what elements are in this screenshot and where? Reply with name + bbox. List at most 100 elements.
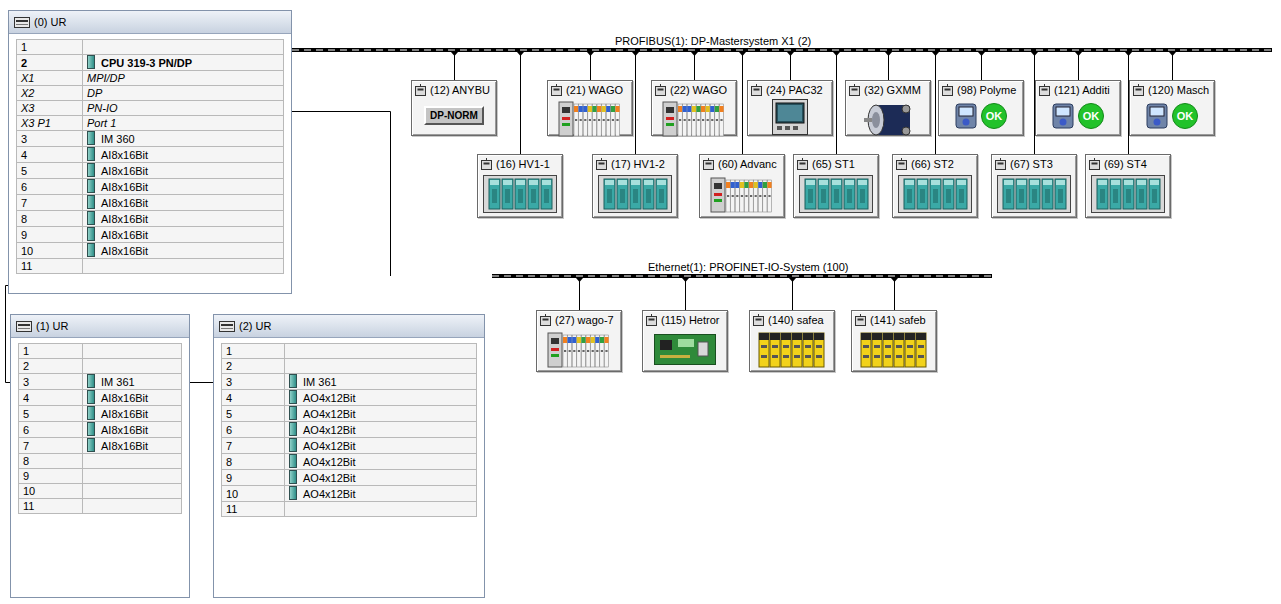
slot-row[interactable]: X3 P1Port 1	[17, 116, 284, 131]
profinet-line[interactable]	[492, 274, 992, 278]
device-box[interactable]: (120) MaschOK	[1129, 80, 1215, 136]
module-cell	[83, 454, 182, 469]
slot-row[interactable]: 1	[17, 40, 284, 55]
slot-row[interactable]: 2CPU 319-3 PN/DP	[17, 55, 284, 71]
device-box[interactable]: (21) WAGO	[547, 80, 633, 136]
device-box[interactable]: (121) AdditiOK	[1035, 80, 1121, 136]
device-box[interactable]: (24) PAC32	[747, 80, 833, 136]
module-name: AI8x16Bit	[101, 392, 148, 404]
slot-label: 4	[226, 392, 232, 404]
slot-row[interactable]: 7 AI8x16Bit	[19, 438, 182, 454]
device-icon	[646, 314, 658, 326]
device-box[interactable]: (141) safeb	[851, 310, 937, 372]
slot-row[interactable]: X2DP	[17, 86, 284, 101]
slot-row[interactable]: 5AO4x12Bit	[222, 406, 477, 422]
device-picture	[750, 327, 834, 372]
profibus-line[interactable]	[292, 48, 1272, 52]
module-icon	[87, 195, 95, 209]
slot-row[interactable]: 1	[19, 344, 182, 359]
device-title-bar: (69) ST4	[1086, 155, 1170, 171]
slot-row[interactable]: X1MPI/DP	[17, 71, 284, 86]
module-icon	[289, 406, 297, 420]
slot-label: 6	[21, 181, 27, 193]
slot-number: 5	[17, 163, 83, 179]
slot-row[interactable]: 10	[19, 484, 182, 499]
slot-row[interactable]: 4AI8x16Bit	[17, 147, 284, 163]
slot-row[interactable]: X3PN-IO	[17, 101, 284, 116]
slot-row[interactable]: 1	[222, 344, 477, 359]
rack-window[interactable]: (2) UR 123IM 3614AO4x12Bit5AO4x12Bit6AO4x…	[213, 314, 485, 598]
slot-row[interactable]: 4AO4x12Bit	[222, 390, 477, 406]
device-box[interactable]: (66) ST2	[892, 154, 978, 218]
device-title-bar: (16) HV1-1	[478, 155, 562, 171]
slot-number: 2	[17, 55, 83, 71]
device-box[interactable]: (140) safea	[749, 310, 835, 372]
rack-title-bar[interactable]: (0) UR	[9, 11, 291, 34]
device-title: (60) Advanc	[718, 158, 777, 170]
slot-row[interactable]: 10AI8x16Bit	[17, 243, 284, 259]
module-icon	[87, 131, 95, 145]
device-box[interactable]: (69) ST4	[1085, 154, 1171, 218]
device-box[interactable]: (22) WAGO	[651, 80, 737, 136]
slot-row[interactable]: 9AO4x12Bit	[222, 470, 477, 486]
device-box[interactable]: (17) HV1-2	[592, 154, 678, 218]
slot-number: 9	[17, 227, 83, 243]
slot-row[interactable]: 2	[19, 359, 182, 374]
slot-row[interactable]: 8AI8x16Bit	[17, 211, 284, 227]
module-cell	[83, 40, 284, 55]
module-name: AI8x16Bit	[101, 440, 148, 452]
slot-row[interactable]: 4 AI8x16Bit	[19, 390, 182, 406]
profinet-label: Ethernet(1): PROFINET-IO-System (100)	[648, 261, 849, 273]
slot-row[interactable]: 7AI8x16Bit	[17, 195, 284, 211]
slot-number: 6	[19, 422, 83, 438]
slot-row[interactable]: 6AI8x16Bit	[17, 179, 284, 195]
device-box[interactable]: (12) ANYBUDP-NORM	[411, 80, 497, 136]
device-box[interactable]: (115) Hetror	[642, 310, 728, 372]
profibus-label: PROFIBUS(1): DP-Mastersystem X1 (2)	[615, 35, 811, 47]
rack-window[interactable]: (0) UR 12CPU 319-3 PN/DPX1MPI/DPX2DPX3PN-…	[8, 10, 292, 294]
rack-window[interactable]: (1) UR123IM 3614AI8x16Bit5AI8x16Bit6AI8x…	[10, 314, 190, 598]
slot-row[interactable]: 10AO4x12Bit	[222, 486, 477, 502]
slot-row[interactable]: 5AI8x16Bit	[19, 406, 182, 422]
slot-label: 7	[23, 440, 29, 452]
rack-body: 123IM 3614AI8x16Bit5AI8x16Bit6AI8x16Bit7…	[11, 338, 189, 597]
module-cell: AI8x16Bit	[83, 195, 284, 211]
device-box[interactable]: (67) ST3	[991, 154, 1077, 218]
slot-row[interactable]: 11	[19, 499, 182, 514]
slot-row[interactable]: 2	[222, 359, 477, 374]
device-box[interactable]: (65) ST1	[793, 154, 879, 218]
slot-row[interactable]: 8AO4x12Bit	[222, 454, 477, 470]
device-icon	[753, 314, 765, 326]
slot-label: 1	[23, 345, 29, 357]
module-name: IM 361	[303, 376, 337, 388]
slot-row[interactable]: 7AO4x12Bit	[222, 438, 477, 454]
device-box[interactable]: (16) HV1-1	[477, 154, 563, 218]
module-cell: AI8x16Bit	[83, 406, 182, 422]
rack-title-bar[interactable]: (1) UR	[11, 315, 189, 338]
slot-row[interactable]: 6AI8x16Bit	[19, 422, 182, 438]
slot-row[interactable]: 5 AI8x16Bit	[17, 163, 284, 179]
slot-row[interactable]: 6AO4x12Bit	[222, 422, 477, 438]
slot-label: X2	[21, 87, 34, 99]
slot-row[interactable]: 9AI8x16Bit	[17, 227, 284, 243]
slot-row[interactable]: 9	[19, 469, 182, 484]
device-box[interactable]: (27) wago-7	[536, 310, 622, 372]
module-cell: MPI/DP	[83, 71, 284, 86]
bus-drop	[978, 52, 985, 80]
rack-title-bar[interactable]: (2) UR	[214, 315, 484, 338]
wago-io-icon	[547, 330, 611, 368]
slot-row[interactable]: 11	[17, 259, 284, 274]
slot-row[interactable]: 3IM 361	[222, 374, 477, 390]
slot-row[interactable]: 11	[222, 502, 477, 517]
module-name: AI8x16Bit	[101, 165, 148, 177]
device-box[interactable]: (98) PolymeOK	[938, 80, 1024, 136]
slot-row[interactable]: 8	[19, 454, 182, 469]
module-icon	[289, 454, 297, 468]
slot-label: 4	[23, 392, 29, 404]
device-title: (32) GXMM	[864, 84, 921, 96]
slot-row[interactable]: 3IM 361	[19, 374, 182, 390]
device-box[interactable]: (32) GXMM	[845, 80, 931, 136]
device-box[interactable]: (60) Advanc	[699, 154, 785, 218]
slot-row[interactable]: 3IM 360	[17, 131, 284, 147]
bus-drop	[739, 52, 746, 154]
